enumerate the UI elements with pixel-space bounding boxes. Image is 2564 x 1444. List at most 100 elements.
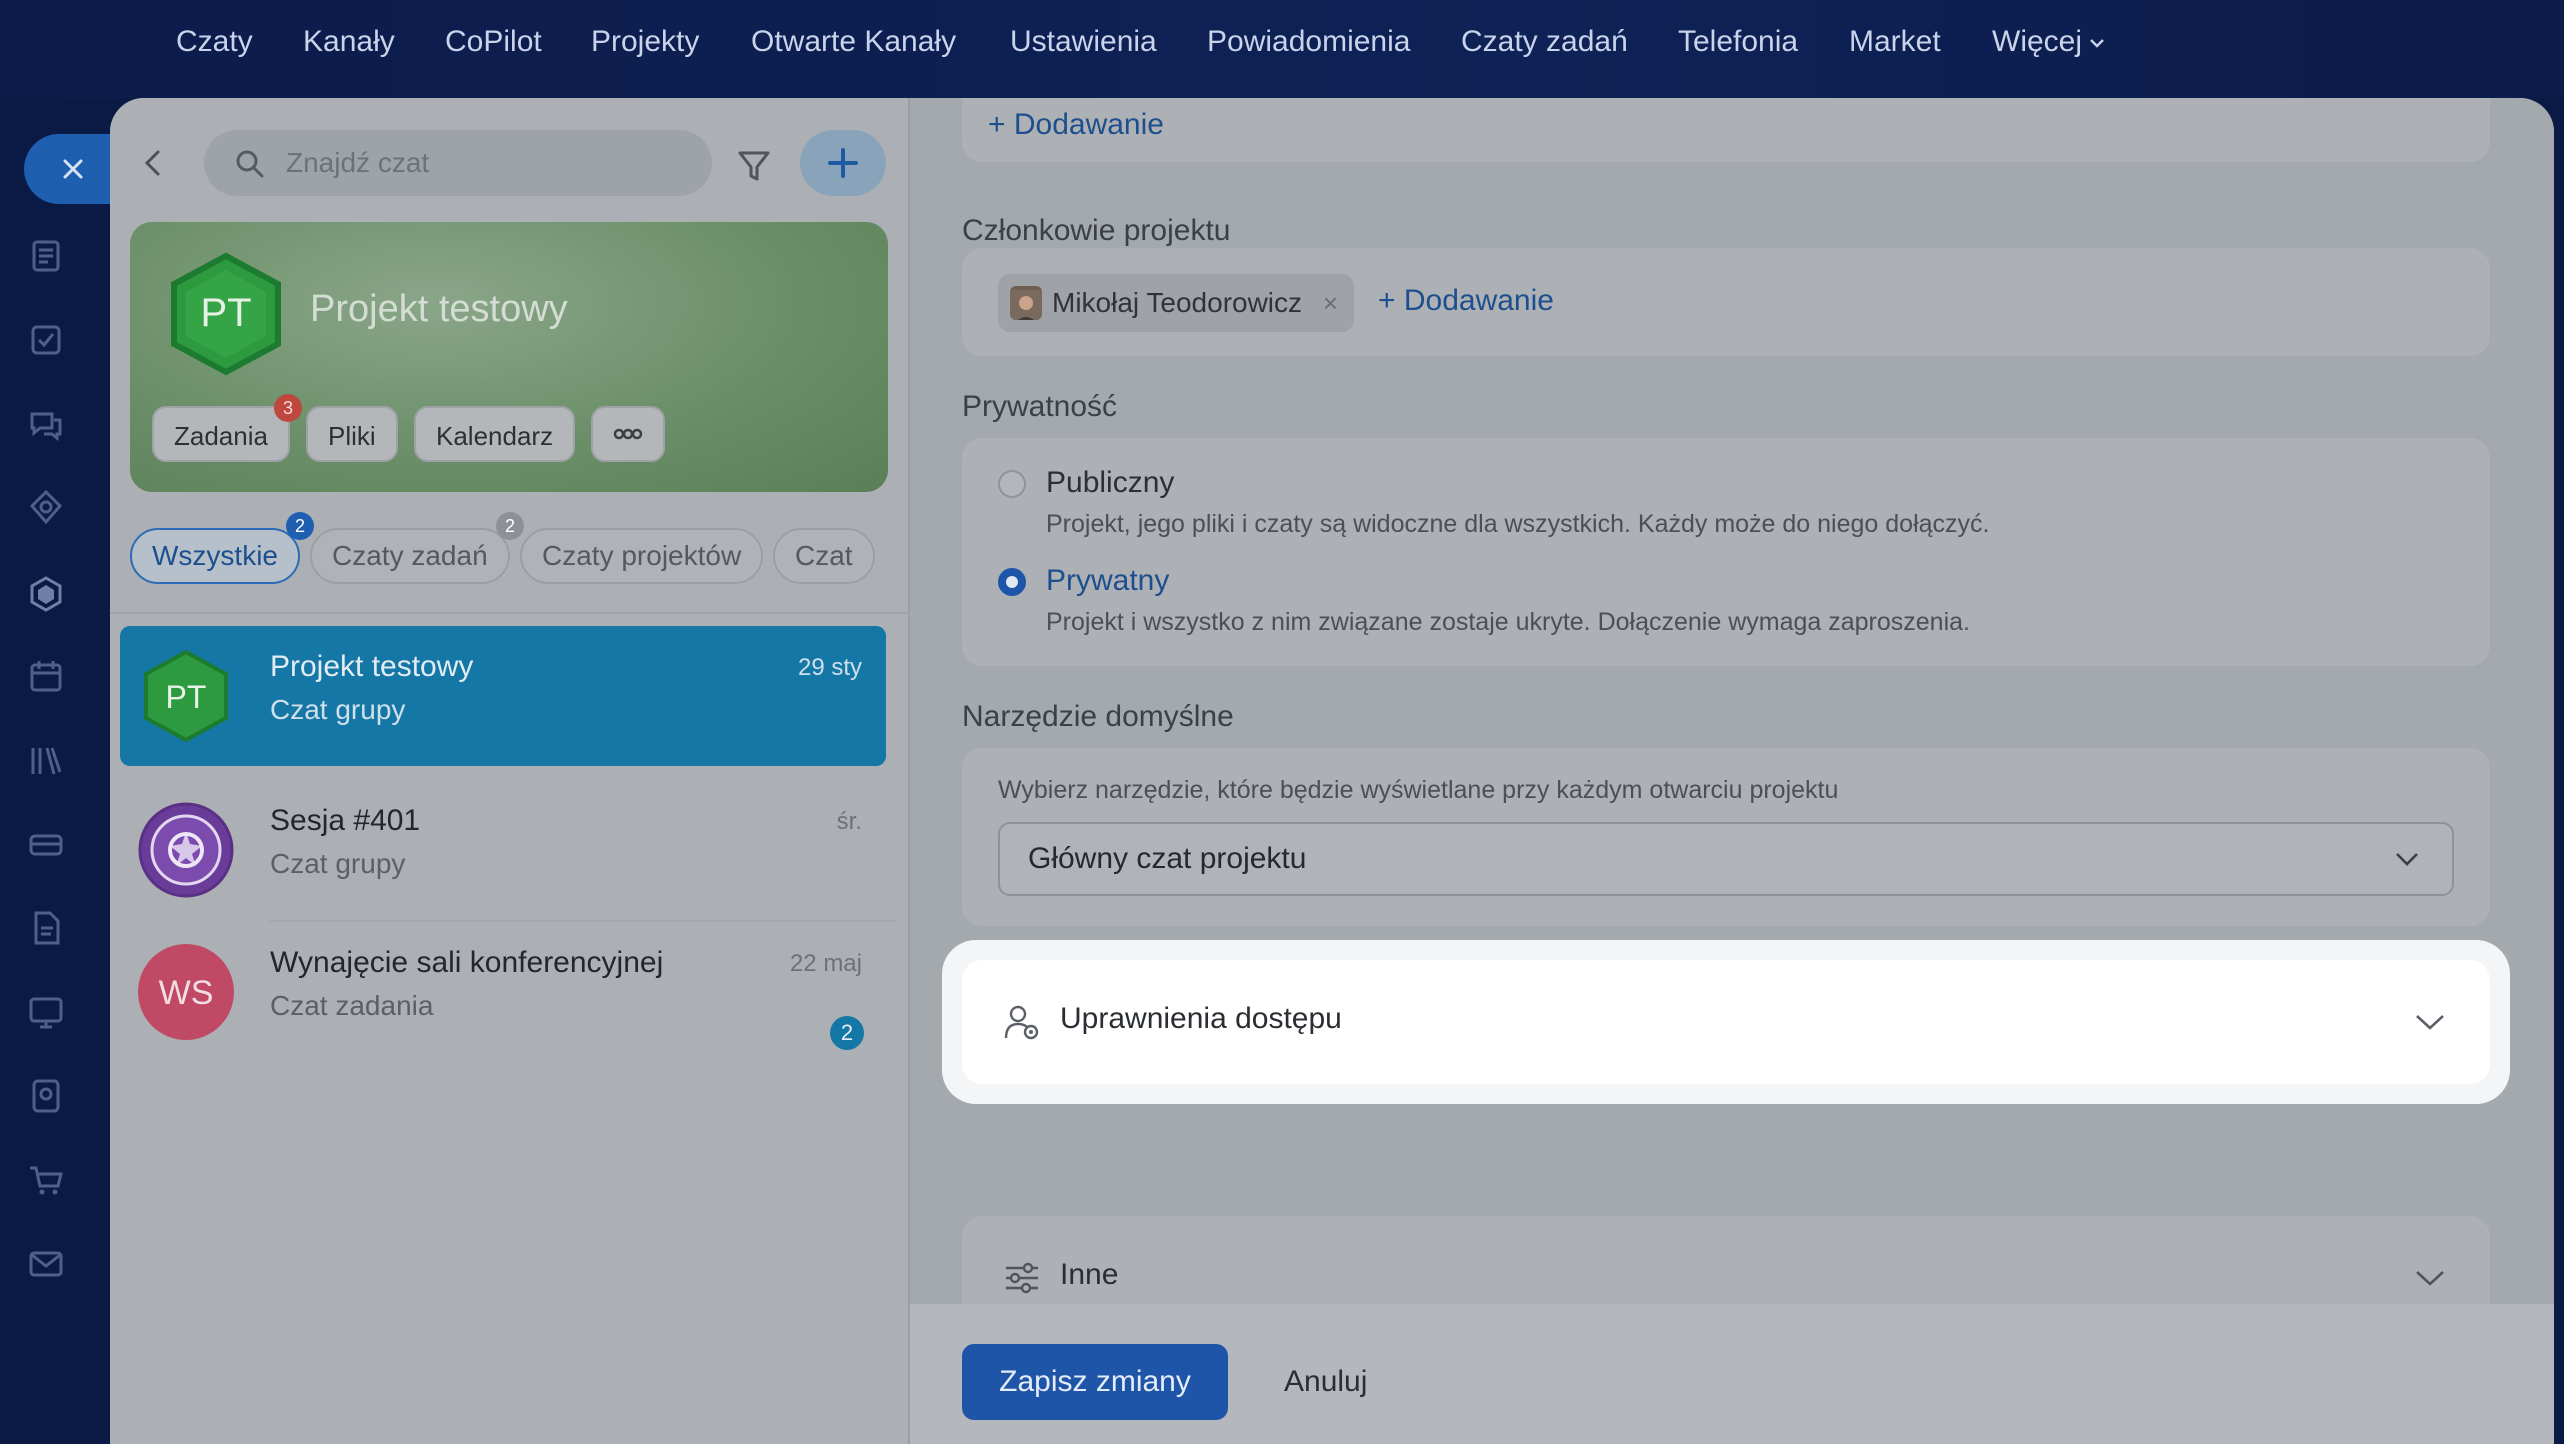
remove-member-icon[interactable]: × (1323, 274, 1338, 332)
chat-avatar-initials: WS (138, 944, 234, 1040)
previous-section-card: + Dodawanie (962, 98, 2490, 162)
divider (110, 612, 910, 614)
access-permissions-section[interactable]: Uprawnienia dostępu (962, 960, 2490, 1084)
chevron-down-icon (2416, 1015, 2444, 1030)
filter-icon[interactable] (736, 148, 772, 184)
radio-private[interactable] (998, 568, 1026, 596)
privacy-label: Prywatność (962, 390, 1118, 423)
cart-icon[interactable] (26, 1160, 66, 1200)
documents-icon[interactable] (26, 908, 66, 948)
default-tool-hint: Wybierz narzędzie, które będzie wyświetl… (998, 776, 1839, 804)
svg-text:PT: PT (166, 679, 207, 715)
knowledge-base-icon[interactable] (26, 740, 66, 780)
chat-date: 22 maj (789, 950, 862, 977)
chat-name: Projekt testowy (270, 650, 474, 683)
nav-more-label: Więcej (1992, 25, 2083, 58)
search-input[interactable]: Znajdź czat (286, 147, 429, 179)
nav-item-settings[interactable]: Ustawienia (1010, 22, 1157, 62)
user-settings-icon (1004, 1005, 1039, 1040)
project-header-card: PT Projekt testowy Zadania 3 Pliki Kalen… (130, 222, 888, 492)
chip-more[interactable] (591, 406, 665, 462)
projects-icon[interactable] (26, 574, 66, 614)
option-public-desc: Projekt, jego pliki i czaty są widoczne … (1046, 510, 1990, 538)
filter-more-truncated[interactable]: Czat (773, 528, 875, 584)
nav-item-chats[interactable]: Czaty (176, 22, 253, 62)
nav-item-copilot[interactable]: CoPilot (445, 22, 542, 62)
contact-center-icon[interactable] (26, 1076, 66, 1116)
nav-item-market[interactable]: Market (1849, 22, 1941, 62)
nav-item-channels[interactable]: Kanały (303, 22, 395, 62)
chat-avatar-session (138, 802, 234, 898)
chat-avatar-hexagon: PT (144, 649, 228, 743)
chat-item-wynajecie-sali[interactable]: WS Wynajęcie sali konferencyjnej Czat za… (120, 922, 886, 1062)
svg-text:WS: WS (159, 974, 214, 1012)
radio-public[interactable] (998, 470, 1026, 498)
access-permissions-highlight: Uprawnienia dostępu (942, 940, 2510, 1104)
members-label: Członkowie projektu (962, 214, 1231, 247)
default-tool-select[interactable]: Główny czat projektu (998, 822, 2454, 896)
nav-item-open-channels[interactable]: Otwarte Kanały (751, 22, 956, 62)
top-navigation: Czaty Kanały CoPilot Projekty Otwarte Ka… (0, 0, 2564, 98)
default-tool-card: Wybierz narzędzie, które będzie wyświetl… (962, 748, 2490, 926)
presentation-icon[interactable] (26, 992, 66, 1032)
filter-task-chats-badge: 2 (496, 512, 524, 540)
nav-item-projects[interactable]: Projekty (591, 22, 699, 62)
cancel-button[interactable]: Anuluj (1260, 1344, 1391, 1420)
nav-item-notifications[interactable]: Powiadomienia (1207, 22, 1410, 62)
add-link-top[interactable]: + Dodawanie (988, 108, 1164, 142)
settings-footer: Zapisz zmiany Anuluj (910, 1304, 2554, 1444)
chat-item-sesja-401[interactable]: Sesja #401 Czat grupy śr. (120, 780, 886, 920)
member-avatar (1010, 286, 1042, 320)
chat-subtitle: Czat grupy (270, 694, 406, 725)
chat-list-column: Znajdź czat PT Projekt testowy Zadania 3… (110, 98, 910, 1444)
copilot-icon[interactable] (26, 488, 66, 528)
chevron-down-icon (2396, 853, 2418, 866)
member-chip[interactable]: Mikołaj Teodorowicz × (998, 274, 1355, 332)
tasks-count-badge: 3 (274, 394, 302, 422)
member-name: Mikołaj Teodorowicz (1052, 287, 1303, 318)
back-arrow-icon[interactable] (140, 148, 166, 178)
chat-subtitle: Czat zadania (270, 990, 434, 1021)
chat-subtitle: Czat grupy (270, 848, 406, 879)
chevron-down-icon (2416, 1271, 2444, 1286)
nav-item-telephony[interactable]: Telefonia (1678, 22, 1798, 62)
default-tool-label: Narzędzie domyślne (962, 700, 1234, 733)
new-chat-button[interactable] (800, 130, 886, 196)
unread-count-badge: 2 (830, 1016, 864, 1050)
chat-item-projekt-testowy[interactable]: PT Projekt testowy Czat grupy 29 sty (120, 626, 886, 766)
mail-icon[interactable] (26, 1244, 66, 1284)
project-settings: + Dodawanie Członkowie projektu Mikołaj … (910, 98, 2554, 1444)
add-member-link[interactable]: + Dodawanie (1378, 284, 1554, 318)
more-dots-icon (613, 428, 643, 440)
members-card: Mikołaj Teodorowicz × + Dodawanie (962, 248, 2490, 356)
access-permissions-title: Uprawnienia dostępu (1060, 1002, 1342, 1035)
sliders-icon (1006, 1262, 1038, 1294)
chat-date: 29 sty (797, 654, 862, 681)
privacy-card: Publiczny Projekt, jego pliki i czaty są… (962, 438, 2490, 666)
chip-calendar[interactable]: Kalendarz (414, 406, 576, 462)
chat-icon[interactable] (26, 404, 66, 444)
calendar-icon[interactable] (26, 656, 66, 696)
save-button[interactable]: Zapisz zmiany (962, 1344, 1228, 1420)
default-tool-value: Główny czat projektu (1028, 842, 1307, 875)
filter-project-chats[interactable]: Czaty projektów (520, 528, 764, 584)
filter-all[interactable]: Wszystkie (130, 528, 300, 584)
feed-icon[interactable] (26, 236, 66, 276)
close-icon (63, 159, 83, 179)
main-panel: Znajdź czat PT Projekt testowy Zadania 3… (110, 98, 2554, 1444)
project-avatar: PT (171, 252, 281, 376)
filter-task-chats[interactable]: Czaty zadań (310, 528, 510, 584)
option-public-title[interactable]: Publiczny (1046, 466, 1174, 500)
nav-item-more[interactable]: Więcej (1992, 22, 2106, 62)
project-initials: PT (200, 291, 251, 335)
chat-name: Wynajęcie sali konferencyjnej (270, 946, 664, 979)
left-rail (0, 98, 144, 1444)
tasks-icon[interactable] (26, 320, 66, 360)
nav-item-task-chats[interactable]: Czaty zadań (1461, 22, 1628, 62)
inbox-icon[interactable] (26, 824, 66, 864)
option-private-title[interactable]: Prywatny (1046, 564, 1169, 598)
chip-tasks[interactable]: Zadania (152, 406, 290, 462)
chat-name: Sesja #401 (270, 804, 421, 837)
search-box[interactable]: Znajdź czat (204, 130, 712, 196)
chip-files[interactable]: Pliki (306, 406, 398, 462)
